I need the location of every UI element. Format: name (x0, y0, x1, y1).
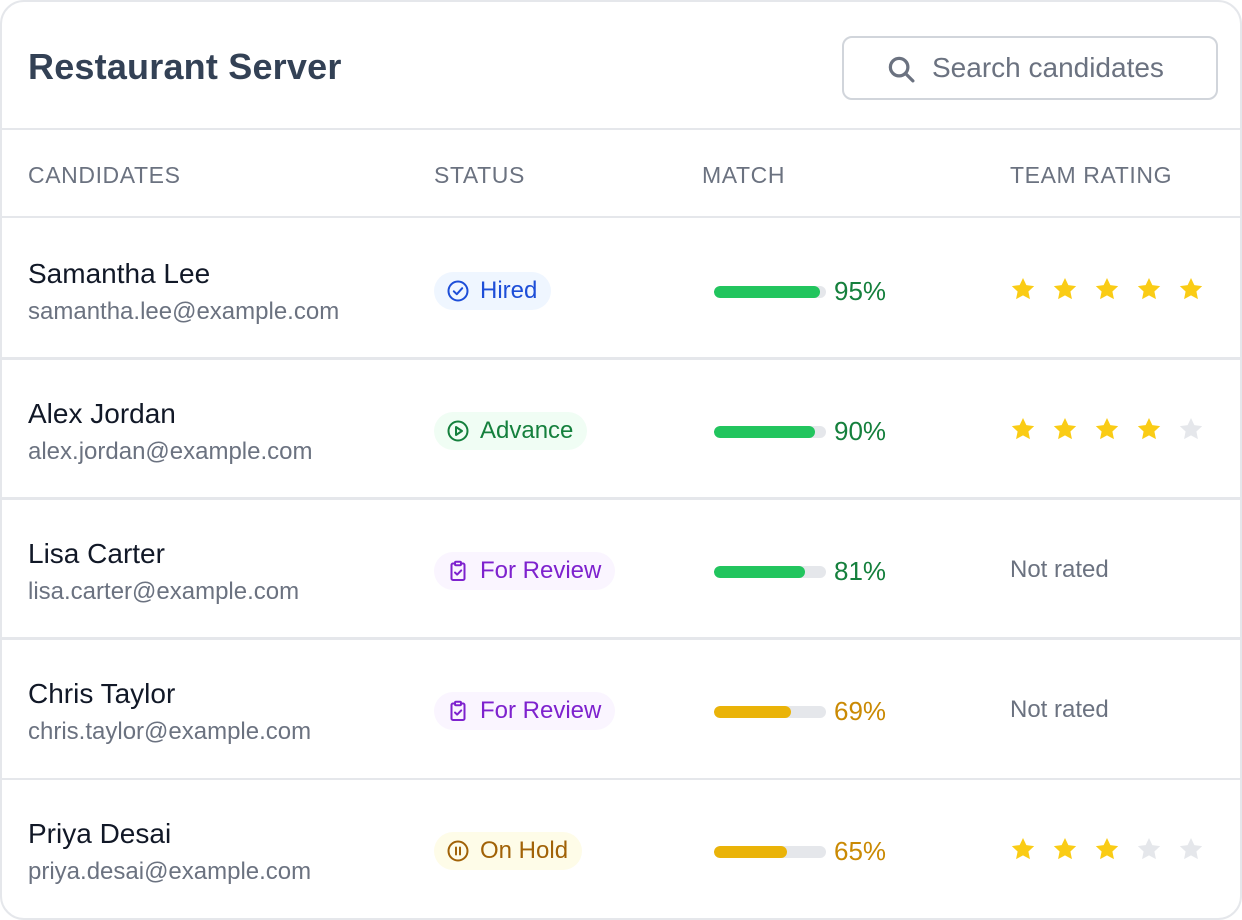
match-percent: 81% (834, 556, 887, 586)
status-label: For Review (480, 697, 602, 724)
search-input[interactable] (932, 48, 1202, 88)
match-bar-fill (714, 706, 792, 718)
star-filled-icon[interactable] (1010, 836, 1036, 862)
match-bar (714, 566, 826, 578)
candidate-email: samantha.lee@example.com (28, 298, 340, 325)
candidate-name[interactable]: Lisa Carter (28, 538, 165, 570)
star-empty-icon[interactable] (1178, 836, 1204, 862)
column-header-status[interactable]: STATUS (434, 162, 525, 189)
match-bar (714, 706, 826, 718)
star-filled-icon[interactable] (1052, 836, 1078, 862)
match-percent: 69% (834, 696, 887, 726)
star-filled-icon[interactable] (1094, 836, 1120, 862)
search-icon (888, 56, 915, 83)
status-label: On Hold (480, 837, 569, 864)
search-box[interactable] (842, 36, 1218, 100)
match-bar-fill (714, 846, 787, 858)
star-empty-icon[interactable] (1136, 836, 1162, 862)
check-circle-icon (447, 280, 469, 302)
status-badge[interactable]: For Review (434, 692, 616, 730)
play-circle-icon (447, 420, 469, 442)
match-percent: 95% (834, 276, 887, 306)
star-filled-icon[interactable] (1094, 276, 1120, 302)
status-badge[interactable]: For Review (434, 552, 616, 590)
column-header-team-rating[interactable]: TEAM RATING (1010, 162, 1172, 189)
match-bar-fill (714, 426, 815, 438)
page-title: Restaurant Server (28, 46, 342, 87)
table-row[interactable]: Priya Desai priya.desai@example.com On H… (2, 780, 1240, 918)
star-filled-icon[interactable] (1136, 276, 1162, 302)
candidates-card: Restaurant Server CANDIDATES STATUS MATC… (0, 0, 1242, 920)
table-row[interactable]: Alex Jordan alex.jordan@example.com Adva… (2, 360, 1240, 500)
candidate-name[interactable]: Chris Taylor (28, 678, 175, 710)
status-label: For Review (480, 557, 602, 584)
rating-text: Not rated (1010, 696, 1109, 723)
candidate-email: chris.taylor@example.com (28, 718, 312, 745)
star-filled-icon[interactable] (1178, 276, 1204, 302)
status-badge[interactable]: Advance (434, 412, 588, 450)
star-filled-icon[interactable] (1052, 416, 1078, 442)
column-header-match[interactable]: MATCH (702, 162, 785, 189)
star-filled-icon[interactable] (1136, 416, 1162, 442)
match-bar (714, 426, 826, 438)
star-filled-icon[interactable] (1010, 276, 1036, 302)
rating-text: Not rated (1010, 556, 1109, 583)
table-row[interactable]: Samantha Lee samantha.lee@example.com Hi… (2, 220, 1240, 360)
star-rating[interactable] (1010, 276, 1220, 302)
star-filled-icon[interactable] (1010, 416, 1036, 442)
star-empty-icon[interactable] (1178, 416, 1204, 442)
match-bar (714, 286, 826, 298)
table-header: CANDIDATES STATUS MATCH TEAM RATING (2, 130, 1240, 218)
candidate-email: lisa.carter@example.com (28, 578, 300, 605)
column-header-candidates[interactable]: CANDIDATES (28, 162, 181, 189)
star-filled-icon[interactable] (1052, 276, 1078, 302)
match-bar-fill (714, 566, 805, 578)
status-label: Hired (480, 277, 538, 304)
table-row[interactable]: Lisa Carter lisa.carter@example.com For … (2, 500, 1240, 640)
match-bar-fill (714, 286, 821, 298)
star-rating[interactable] (1010, 416, 1220, 442)
card-header: Restaurant Server (2, 2, 1240, 130)
table-row[interactable]: Chris Taylor chris.taylor@example.com Fo… (2, 640, 1240, 780)
clipboard-check-icon (450, 700, 466, 721)
star-filled-icon[interactable] (1094, 416, 1120, 442)
candidate-name[interactable]: Priya Desai (28, 818, 171, 850)
match-bar (714, 846, 826, 858)
status-badge[interactable]: On Hold (434, 832, 583, 870)
candidate-name[interactable]: Samantha Lee (28, 258, 210, 290)
status-badge[interactable]: Hired (434, 272, 552, 310)
match-percent: 90% (834, 416, 887, 446)
candidate-email: priya.desai@example.com (28, 858, 312, 885)
pause-circle-icon (447, 840, 469, 862)
match-percent: 65% (834, 836, 887, 866)
clipboard-check-icon (450, 560, 466, 581)
candidate-name[interactable]: Alex Jordan (28, 398, 176, 430)
candidate-email: alex.jordan@example.com (28, 438, 313, 465)
status-label: Advance (480, 417, 574, 444)
star-rating[interactable] (1010, 836, 1220, 862)
